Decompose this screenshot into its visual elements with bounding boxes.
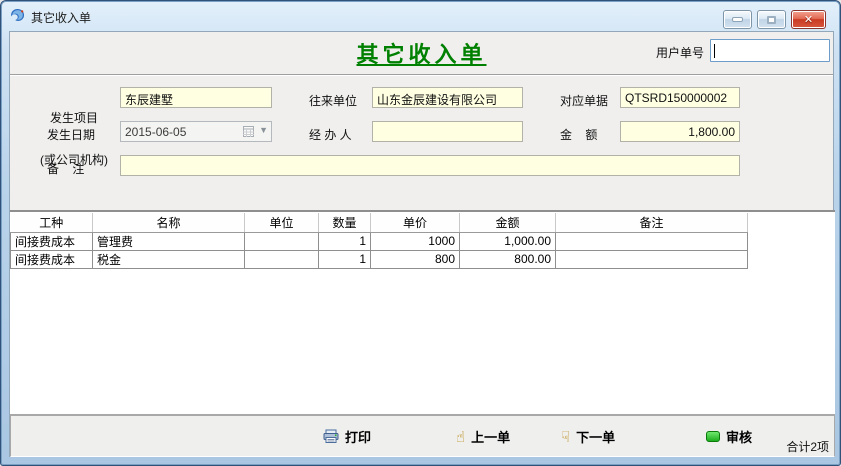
detail-grid[interactable]: 工种 名称 单位 数量 单价 金额 备注 间接费成本 管理费 1 1000 1,… [10,213,748,269]
handler-input[interactable] [372,121,523,142]
form-panel: 其它收入单 用户单号 发生项目 (或公司机构) 东辰建墅 往来单位 山东金辰建设… [9,31,834,457]
remark-input[interactable] [120,155,740,176]
cell-price[interactable]: 800 [371,250,460,268]
printer-icon [323,429,339,444]
col-header-unit[interactable]: 单位 [245,213,319,232]
hand-down-icon: ☟ [561,430,570,444]
next-button-label: 下一单 [576,427,615,446]
col-header-qty[interactable]: 数量 [319,213,371,232]
footer-bar: 打印 ☝ 上一单 ☟ 下一单 审核 合计2项 [10,415,835,457]
calendar-icon [243,126,254,137]
cell-unit[interactable] [245,250,319,268]
cell-worktype[interactable]: 间接费成本 [11,250,93,268]
chevron-down-icon[interactable]: ▼ [259,125,268,135]
cell-unit[interactable] [245,232,319,250]
cell-worktype[interactable]: 间接费成本 [11,232,93,250]
amount-label: 金 额 [560,126,597,143]
cell-amount[interactable]: 1,000.00 [460,232,556,250]
next-record-button[interactable]: ☟ 下一单 [557,425,619,448]
print-button[interactable]: 打印 [319,425,375,448]
audit-button-label: 审核 [726,427,752,446]
hand-up-icon: ☝ [456,430,465,444]
date-picker[interactable]: 2015-06-05 ▼ [120,121,272,142]
cell-remark[interactable] [556,250,748,268]
date-label: 发生日期 [47,126,95,143]
cell-remark[interactable] [556,232,748,250]
maximize-button[interactable] [757,10,786,29]
cell-name[interactable]: 税金 [93,250,245,268]
table-row[interactable]: 间接费成本 税金 1 800 800.00 [11,250,748,268]
maximize-icon [767,16,776,24]
audit-status-icon [706,431,720,442]
cell-qty[interactable]: 1 [319,250,371,268]
remark-label: 备 注 [47,160,84,177]
total-count-label: 合计2项 [786,438,829,455]
detail-grid-area: 工种 名称 单位 数量 单价 金额 备注 间接费成本 管理费 1 1000 1,… [10,210,835,415]
minimize-button[interactable] [723,10,752,29]
handler-label: 经 办 人 [309,126,352,143]
counterparty-label: 往来单位 [309,92,357,109]
cell-name[interactable]: 管理费 [93,232,245,250]
close-icon: ✕ [804,13,813,26]
audit-button[interactable]: 审核 [702,425,756,448]
grid-header-row: 工种 名称 单位 数量 单价 金额 备注 [11,213,748,232]
text-caret [714,44,715,58]
cell-price[interactable]: 1000 [371,232,460,250]
project-input[interactable]: 东辰建墅 [120,87,272,108]
app-logo-icon [9,8,26,25]
amount-input[interactable]: 1,800.00 [620,121,740,142]
col-header-remark[interactable]: 备注 [556,213,748,232]
user-no-label: 用户单号 [656,44,704,61]
doc-no-label: 对应单据 [560,92,608,109]
counterparty-input[interactable]: 山东金辰建设有限公司 [372,87,523,108]
minimize-icon [732,17,743,22]
cell-qty[interactable]: 1 [319,232,371,250]
print-button-label: 打印 [345,427,371,446]
header-divider [10,74,833,76]
user-no-input[interactable] [710,39,830,62]
col-header-name[interactable]: 名称 [93,213,245,232]
previous-button-label: 上一单 [471,427,510,446]
titlebar[interactable]: 其它收入单 ✕ [1,1,840,31]
window-controls: ✕ [723,10,826,29]
table-row[interactable]: 间接费成本 管理费 1 1000 1,000.00 [11,232,748,250]
col-header-price[interactable]: 单价 [371,213,460,232]
window-title: 其它收入单 [31,9,91,26]
close-button[interactable]: ✕ [791,10,826,29]
cell-amount[interactable]: 800.00 [460,250,556,268]
col-header-worktype[interactable]: 工种 [11,213,93,232]
doc-no-input[interactable]: QTSRD150000002 [620,87,740,108]
app-window: 其它收入单 ✕ 其它收入单 用户单号 发生项目 (或公司机构) 东辰建墅 往来单… [0,0,841,466]
previous-record-button[interactable]: ☝ 上一单 [452,425,514,448]
col-header-amount[interactable]: 金额 [460,213,556,232]
